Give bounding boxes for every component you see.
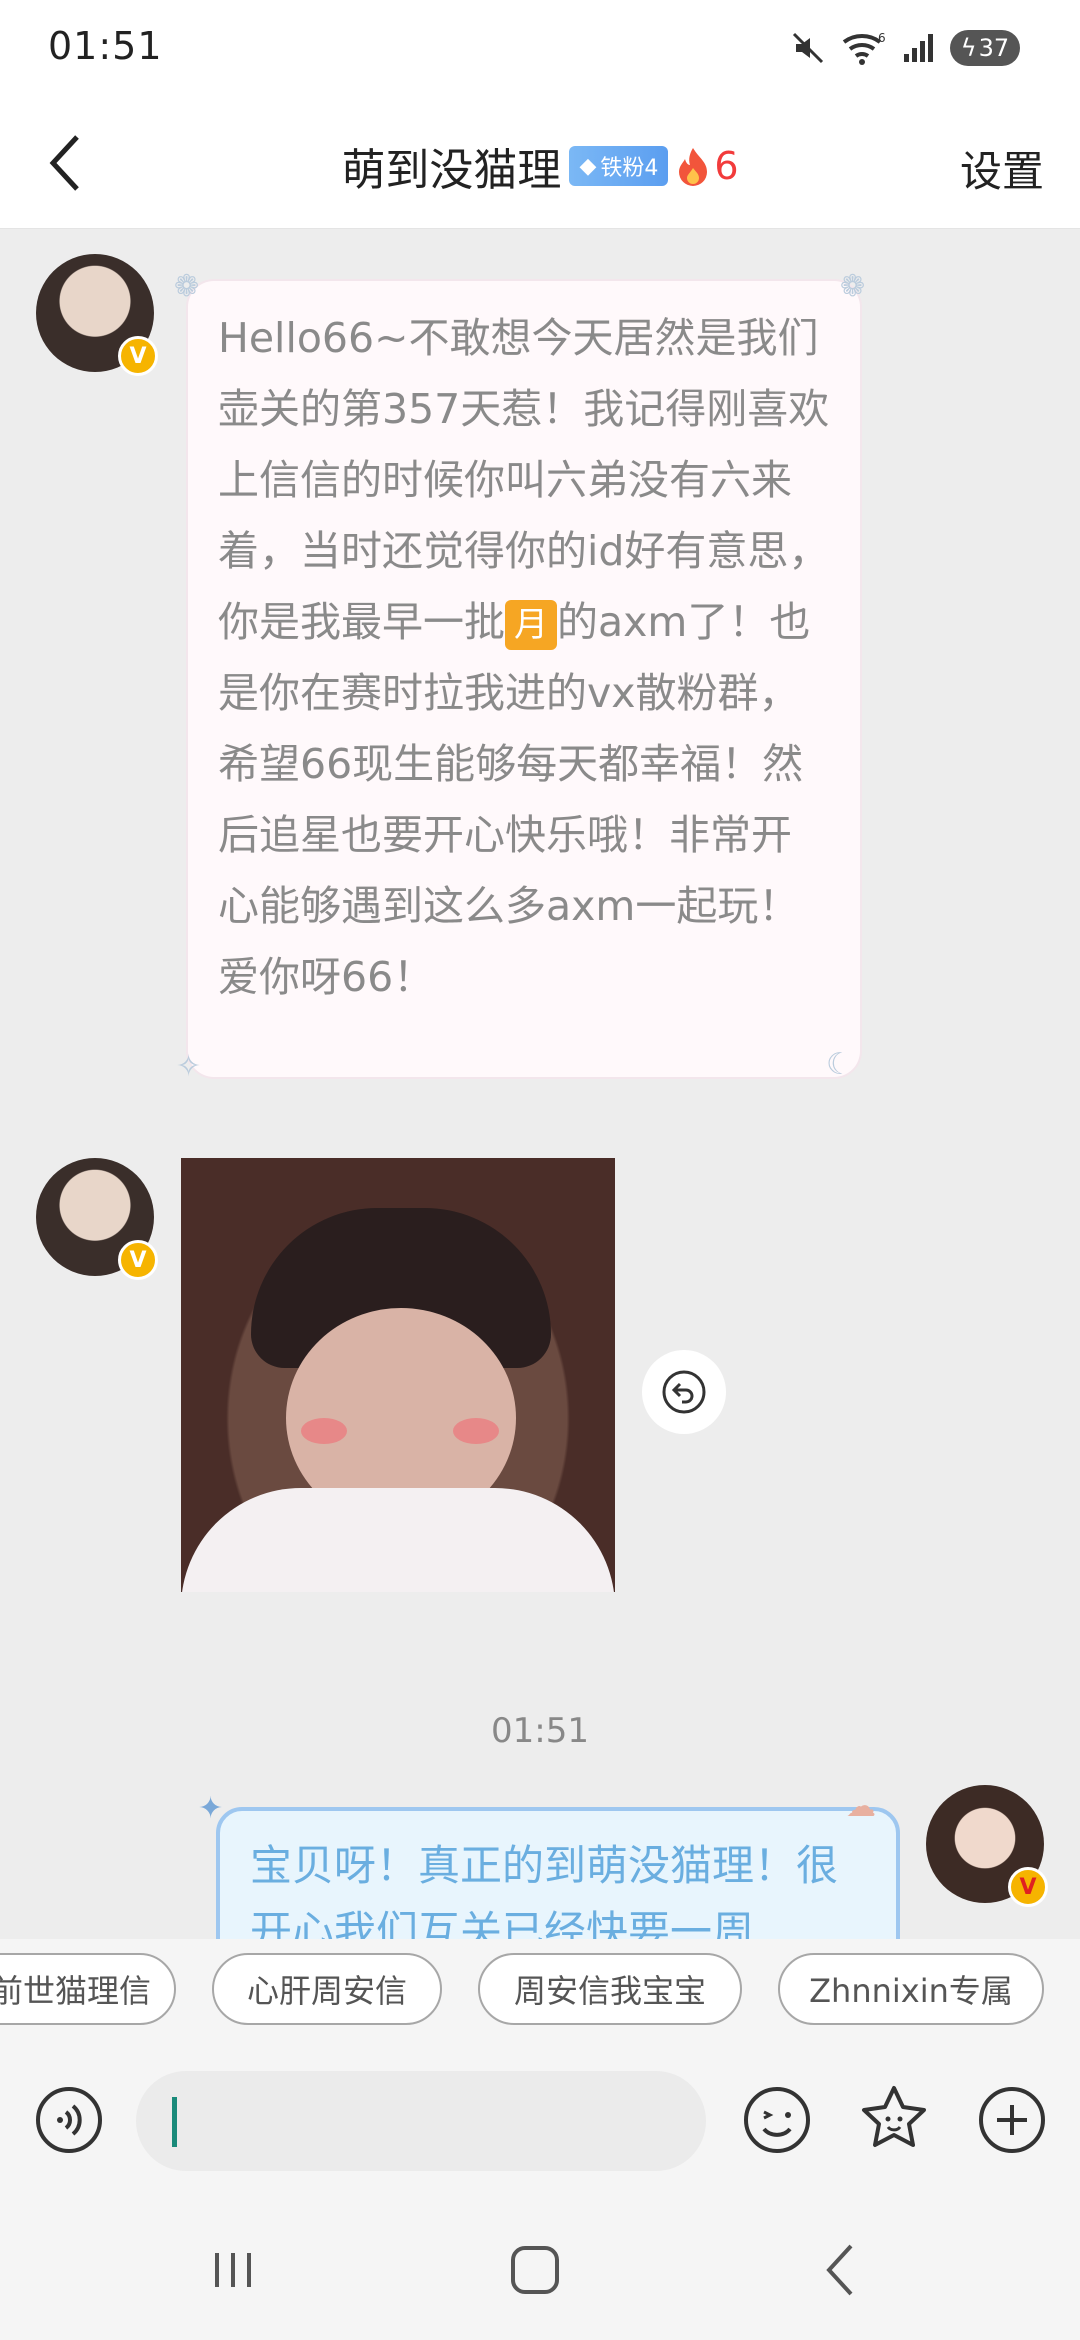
title-group: 萌到没猫理 ◆ 铁粉4 6 xyxy=(0,134,1080,198)
system-navigation xyxy=(0,2191,1080,2340)
verified-badge-icon: V xyxy=(1008,1867,1048,1907)
moon-month-emoji-icon: 月 xyxy=(505,600,557,650)
settings-button[interactable]: 设置 xyxy=(960,138,1044,199)
smiley-icon xyxy=(744,2087,810,2153)
home-button[interactable] xyxy=(500,2235,570,2305)
avatar-contact[interactable]: V xyxy=(36,1158,158,1280)
wing-decoration-icon: ❁ xyxy=(174,269,200,304)
home-icon xyxy=(511,2246,559,2294)
quick-reply-chip[interactable]: 前世猫理信 xyxy=(0,1953,176,2025)
recents-button[interactable] xyxy=(198,2235,268,2305)
moon-decoration-icon: ☾ xyxy=(826,1047,853,1082)
quick-reply-chips: 前世猫理信 心肝周安信 周安信我宝宝 Zhnnixin专属 xyxy=(0,1939,1080,2049)
back-arrow-icon xyxy=(826,2244,853,2296)
streak-counter: 6 xyxy=(676,144,739,188)
avatar-contact[interactable]: V xyxy=(36,254,158,376)
cloud-decoration-icon: ☁ xyxy=(846,1789,876,1824)
message-text-part2: 的axm了！也是你在赛时拉我进的vx散粉群，希望66现生能够每天都幸福！然后追星… xyxy=(218,598,811,1001)
quick-reply-chip[interactable]: 心肝周安信 xyxy=(212,1953,442,2025)
quick-reply-button[interactable] xyxy=(642,1350,726,1434)
plus-icon xyxy=(979,2087,1045,2153)
message-timestamp: 01:51 xyxy=(491,1711,589,1751)
message-text: Hello66~不敢想今天居然是我们壶关的第357天惹！我记得刚喜欢上信信的时候… xyxy=(218,303,830,1013)
chat-title: 萌到没猫理 xyxy=(341,145,562,196)
status-time: 01:51 xyxy=(48,24,163,68)
wifi-label: 6 xyxy=(878,31,886,45)
sticker-button[interactable] xyxy=(857,2083,931,2157)
sparkle-decoration-icon: ✧ xyxy=(176,1049,202,1084)
own-message-text: 宝贝呀！真正的到萌没猫理！很开心我们互关已经快要一周 xyxy=(250,1841,839,1939)
battery-indicator: ϟ 37 xyxy=(950,30,1020,66)
recents-icon xyxy=(215,2253,251,2287)
sticker-image[interactable] xyxy=(181,1158,615,1592)
star-face-icon xyxy=(862,2086,926,2147)
mute-icon xyxy=(792,32,824,64)
wing-decoration-icon: ❁ xyxy=(840,269,866,304)
emoji-button[interactable] xyxy=(740,2083,814,2157)
reply-icon xyxy=(662,1370,706,1414)
fan-level-badge: ◆ 铁粉4 xyxy=(569,146,669,186)
fan-level-text: 铁粉4 xyxy=(600,156,659,181)
text-cursor xyxy=(172,2097,177,2147)
own-message-bubble[interactable]: 宝贝呀！真正的到萌没猫理！很开心我们互关已经快要一周 xyxy=(216,1807,900,1939)
sparkle-decoration-icon: ✦ xyxy=(198,1791,224,1826)
message-bubble[interactable]: Hello66~不敢想今天居然是我们壶关的第357天惹！我记得刚喜欢上信信的时候… xyxy=(188,281,860,1077)
signal-icon xyxy=(904,34,933,62)
more-button[interactable] xyxy=(975,2083,1049,2157)
input-bar xyxy=(0,2049,1080,2191)
chat-header: 萌到没猫理 ◆ 铁粉4 6 设置 xyxy=(0,100,1080,229)
message-input[interactable] xyxy=(136,2071,706,2171)
verified-badge-icon: V xyxy=(118,1240,158,1280)
system-back-button[interactable] xyxy=(806,2235,876,2305)
diamond-icon: ◆ xyxy=(579,153,597,179)
chat-messages[interactable]: V Hello66~不敢想今天居然是我们壶关的第357天惹！我记得刚喜欢上信信的… xyxy=(0,229,1080,1939)
status-icons: 6 ϟ 37 xyxy=(790,30,1020,66)
avatar-self[interactable]: V xyxy=(926,1785,1048,1907)
battery-level: 37 xyxy=(978,34,1010,62)
verified-badge-icon: V xyxy=(118,336,158,376)
fire-icon xyxy=(679,148,708,186)
streak-count: 6 xyxy=(714,144,739,188)
wifi-icon: 6 xyxy=(842,31,886,65)
quick-reply-chip[interactable]: Zhnnixin专属 xyxy=(778,1953,1044,2025)
status-bar: 01:51 6 ϟ 37 xyxy=(0,0,1080,100)
voice-icon xyxy=(36,2087,102,2153)
charging-icon: ϟ xyxy=(960,34,977,62)
message-text-part1: Hello66~不敢想今天居然是我们壶关的第357天惹！我记得刚喜欢上信信的时候… xyxy=(218,314,830,646)
voice-button[interactable] xyxy=(32,2083,106,2157)
quick-reply-chip[interactable]: 周安信我宝宝 xyxy=(478,1953,742,2025)
